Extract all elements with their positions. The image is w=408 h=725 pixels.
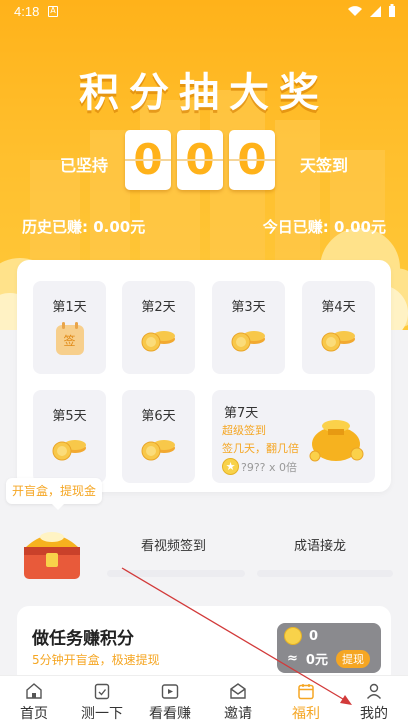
checkin-day-5[interactable]: 第5天 (33, 390, 106, 483)
multiplier-text: ?9?? x 0倍 (241, 460, 298, 474)
checkin-day-2[interactable]: 第2天 (122, 281, 195, 374)
coin-balance: 0 (309, 628, 319, 644)
signed-calendar-icon: 签 (55, 322, 84, 355)
checkin-day-7[interactable]: 第7天 超级签到 签几天，翻几倍 ★ ?9?? x 0倍 (212, 390, 375, 483)
tab-video-checkin[interactable]: 看视频签到 (141, 535, 206, 554)
page-title: 积分抽大奖 (79, 70, 329, 116)
nav-welfare[interactable]: 福利 (272, 676, 340, 725)
nav-label: 福利 (292, 706, 320, 722)
streak-digit: 0 (177, 130, 223, 190)
task-card: 做任务赚积分 5分钟开盲盒，极速提现 0 ≈ 0元 提现 (17, 606, 391, 686)
coins-icon (52, 440, 86, 461)
wifi-icon (348, 6, 362, 16)
signal-icon (370, 5, 381, 17)
super-checkin-label: 超级签到 (222, 424, 266, 437)
coins-icon (141, 331, 175, 352)
nav-home[interactable]: 首页 (0, 676, 68, 725)
nav-mine[interactable]: 我的 (340, 676, 408, 725)
approx-sign: ≈ (287, 651, 298, 666)
day-label: 第3天 (231, 300, 266, 315)
status-bar: 4:18 A (0, 0, 408, 24)
user-icon (366, 683, 382, 699)
nav-label: 邀请 (224, 706, 252, 722)
task-subtitle: 5分钟开盲盒，极速提现 (32, 653, 160, 667)
star-coin-icon: ★ (222, 458, 239, 475)
wallet-panel: 0 ≈ 0元 提现 (277, 623, 381, 673)
money-balance: 0元 (305, 653, 328, 668)
checkin-day-3[interactable]: 第3天 (212, 281, 285, 374)
coins-icon (141, 440, 175, 461)
checkin-day-6[interactable]: 第6天 (122, 390, 195, 483)
coin-icon (284, 627, 302, 645)
blindbox-tooltip: 开盲盒，提现金 (6, 478, 103, 510)
streak-digit: 0 (229, 130, 275, 190)
tab-idiom-indicator (257, 570, 393, 577)
day-label: 第2天 (141, 300, 176, 315)
battery-icon (389, 4, 395, 17)
nav-invite[interactable]: 邀请 (204, 676, 272, 725)
day-label: 第7天 (224, 406, 259, 421)
day-label: 第6天 (141, 409, 176, 424)
notification-icon: A (48, 6, 58, 17)
checkin-day-4[interactable]: 第4天 (302, 281, 375, 374)
money-bag-icon (309, 420, 364, 462)
envelope-icon (230, 683, 246, 699)
day-label: 第5天 (52, 409, 87, 424)
day-label: 第1天 (52, 300, 87, 315)
clipboard-icon (94, 683, 110, 700)
streak-counter: 0 0 0 (125, 130, 275, 190)
streak-digit: 0 (125, 130, 171, 190)
nav-label: 看看赚 (149, 706, 191, 722)
multiplier-desc: 签几天，翻几倍 (222, 442, 299, 455)
nav-label: 我的 (360, 706, 388, 722)
status-time: 4:18 (14, 4, 40, 19)
checkin-card: 第1天 签 第2天 第3天 第4天 第5天 第6天 第7天 超级签到 签几天，翻… (17, 260, 391, 492)
nav-watch-earn[interactable]: 看看赚 (136, 676, 204, 725)
play-icon (161, 684, 179, 699)
days-label: 天签到 (299, 156, 348, 175)
checkin-day-1[interactable]: 第1天 签 (33, 281, 106, 374)
coins-icon (231, 331, 265, 352)
tab-idiom-chain[interactable]: 成语接龙 (294, 535, 346, 554)
withdraw-button[interactable]: 提现 (335, 649, 370, 668)
today-earned: 今日已赚: 0.00元 (262, 218, 386, 236)
nav-test[interactable]: 测一下 (68, 676, 136, 725)
coins-icon (321, 331, 355, 352)
task-title: 做任务赚积分 (32, 629, 134, 649)
treasure-chest-icon[interactable] (18, 517, 86, 585)
nav-label: 首页 (20, 706, 48, 722)
multiplier-value: ★ ?9?? x 0倍 (222, 458, 297, 475)
history-earned: 历史已赚: 0.00元 (22, 218, 146, 236)
persist-label: 已坚持 (60, 156, 109, 175)
nav-label: 测一下 (81, 706, 123, 722)
day-label: 第4天 (321, 300, 356, 315)
tab-video-indicator (107, 570, 245, 577)
home-icon (26, 683, 42, 699)
bottom-nav: 首页 测一下 看看赚 邀请 福利 我的 (0, 675, 408, 725)
calendar-icon (298, 684, 314, 700)
